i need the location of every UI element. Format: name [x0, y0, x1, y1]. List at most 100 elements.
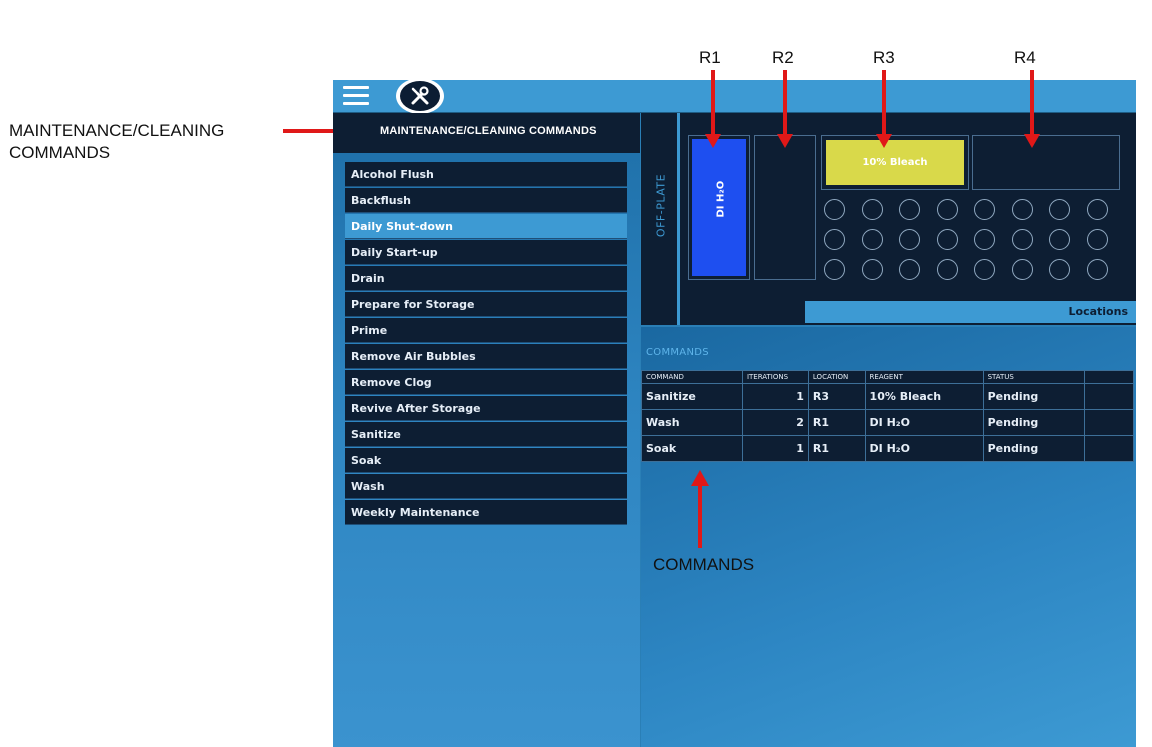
- commands-section-label: COMMANDS: [646, 347, 709, 358]
- commands-table-row[interactable]: Sanitize 1 R3 10% Bleach Pending: [641, 383, 1135, 410]
- commands-table-cell: DI H₂O: [864, 435, 984, 462]
- command-list-item[interactable]: Daily Shut-down: [345, 214, 627, 239]
- commands-table-cell: Pending: [982, 435, 1085, 462]
- commands-table-cell: DI H₂O: [864, 409, 984, 436]
- command-list-item[interactable]: Wash: [345, 474, 627, 499]
- command-list-item[interactable]: Soak: [345, 448, 627, 473]
- reservoir-r1[interactable]: DI H₂O: [688, 135, 750, 280]
- reservoir-r1-label: DI H₂O: [715, 180, 727, 218]
- plate-well[interactable]: [861, 229, 883, 250]
- command-list-item[interactable]: Backflush: [345, 188, 627, 213]
- locations-label: Locations: [1068, 305, 1128, 318]
- r3-annotation: R3: [873, 48, 895, 67]
- commands-table-cell: [1083, 383, 1135, 410]
- plate-well[interactable]: [824, 199, 845, 220]
- r3-arrow-head: [876, 134, 892, 148]
- reservoir-r3-label: 10% Bleach: [826, 140, 964, 185]
- commands-table-row[interactable]: Wash 2 R1 DI H₂O Pending: [641, 409, 1135, 436]
- r3-arrow-line: [882, 70, 886, 136]
- reservoir-r2[interactable]: [754, 135, 816, 280]
- plate-well[interactable]: [824, 259, 845, 280]
- plate-well[interactable]: [1049, 259, 1070, 280]
- sidebar-header: MAINTENANCE/CLEANING COMMANDS: [333, 113, 640, 153]
- commands-table-cell: R3: [807, 383, 866, 410]
- commands-table: COMMAND ITERATIONS LOCATION REAGENT STATUS S…: [641, 370, 1135, 462]
- hamburger-menu-icon[interactable]: [343, 86, 369, 106]
- plate-well[interactable]: [1049, 199, 1070, 220]
- reservoir-r1-fill: DI H₂O: [692, 139, 746, 276]
- commands-table-header: COMMAND ITERATIONS LOCATION REAGENT STATUS: [641, 370, 1135, 384]
- commands-table-row[interactable]: Soak 1 R1 DI H₂O Pending: [641, 435, 1135, 462]
- r2-arrow-line: [783, 70, 787, 136]
- off-plate-section: OFF-PLATE: [641, 113, 680, 325]
- plate-well[interactable]: [1011, 199, 1033, 220]
- plate-well[interactable]: [899, 199, 920, 220]
- plate-well[interactable]: [974, 199, 995, 220]
- plate-well[interactable]: [1086, 199, 1108, 220]
- plate-well[interactable]: [1011, 229, 1033, 250]
- command-list-item[interactable]: Revive After Storage: [345, 396, 627, 421]
- plate-well[interactable]: [936, 229, 958, 250]
- locations-tab[interactable]: Locations: [805, 301, 1136, 323]
- commands-column-header: REAGENT: [864, 370, 984, 384]
- command-list-item[interactable]: Remove Clog: [345, 370, 627, 395]
- plate-well[interactable]: [899, 229, 920, 250]
- commands-table-cell: 1: [741, 383, 809, 410]
- command-list-item[interactable]: Alcohol Flush: [345, 162, 627, 187]
- tools-icon[interactable]: [396, 80, 444, 114]
- plate-well[interactable]: [936, 259, 958, 280]
- command-list-item[interactable]: Remove Air Bubbles: [345, 344, 627, 369]
- maintenance-callout: MAINTENANCE/CLEANING COMMANDS: [9, 120, 224, 164]
- commands-table-cell: [1083, 409, 1135, 436]
- plate-well[interactable]: [974, 229, 995, 250]
- plate-well[interactable]: [1011, 259, 1033, 280]
- command-list-item[interactable]: Prime: [345, 318, 627, 343]
- plate-well[interactable]: [899, 259, 920, 280]
- r4-arrow-line: [1030, 70, 1034, 136]
- plate-well[interactable]: [1086, 259, 1108, 280]
- command-list-item[interactable]: Drain: [345, 266, 627, 291]
- maintenance-callout-line1: MAINTENANCE/CLEANING: [9, 121, 225, 140]
- commands-callout: COMMANDS: [653, 555, 755, 574]
- plate-well[interactable]: [824, 229, 845, 250]
- commands-table-cell: R1: [807, 435, 866, 462]
- commands-column-header: STATUS: [982, 370, 1085, 384]
- off-plate-label: OFF-PLATE: [654, 173, 668, 238]
- left-sidebar: MAINTENANCE/CLEANING COMMANDS Alcohol Fl…: [333, 113, 640, 747]
- r4-annotation: R4: [1014, 48, 1036, 67]
- r1-arrow-head: [705, 134, 721, 148]
- well-grid: [824, 199, 1124, 289]
- commands-table-cell: Pending: [982, 409, 1085, 436]
- plate-well[interactable]: [1086, 229, 1108, 250]
- commands-table-cell: Pending: [982, 383, 1085, 410]
- r4-arrow-head: [1024, 134, 1040, 148]
- commands-arrow-line: [698, 484, 702, 548]
- command-list-item[interactable]: Sanitize: [345, 422, 627, 447]
- reservoir-r3[interactable]: 10% Bleach: [821, 135, 969, 190]
- app-window: MAINTENANCE/CLEANING COMMANDS Alcohol Fl…: [333, 80, 1136, 747]
- command-list-item[interactable]: Prepare for Storage: [345, 292, 627, 317]
- commands-table-cell: 10% Bleach: [864, 383, 984, 410]
- commands-table-cell: 1: [741, 435, 809, 462]
- commands-column-header: COMMAND: [641, 370, 743, 384]
- command-list-item[interactable]: Daily Start-up: [345, 240, 627, 265]
- commands-table-cell: Wash: [641, 409, 743, 436]
- command-list-item[interactable]: Weekly Maintenance: [345, 500, 627, 525]
- command-list: Alcohol Flush Backflush Daily Shut-down Dai…: [345, 162, 627, 526]
- commands-table-cell: Sanitize: [641, 383, 743, 410]
- commands-column-header: ITERATIONS: [741, 370, 809, 384]
- commands-table-cell: Soak: [641, 435, 743, 462]
- plate-well[interactable]: [861, 199, 883, 220]
- plate-well[interactable]: [974, 259, 995, 280]
- commands-column-header: [1083, 370, 1135, 384]
- plate-well[interactable]: [1049, 229, 1070, 250]
- r1-annotation: R1: [699, 48, 721, 67]
- commands-table-cell: R1: [807, 409, 866, 436]
- plate-well[interactable]: [861, 259, 883, 280]
- reservoir-r4[interactable]: [972, 135, 1120, 190]
- r1-arrow-line: [711, 70, 715, 136]
- plate-well[interactable]: [936, 199, 958, 220]
- top-bar: [333, 80, 1136, 114]
- commands-table-cell: 2: [741, 409, 809, 436]
- commands-area: COMMANDS COMMAND ITERATIONS LOCATION REAGEN…: [641, 327, 1136, 747]
